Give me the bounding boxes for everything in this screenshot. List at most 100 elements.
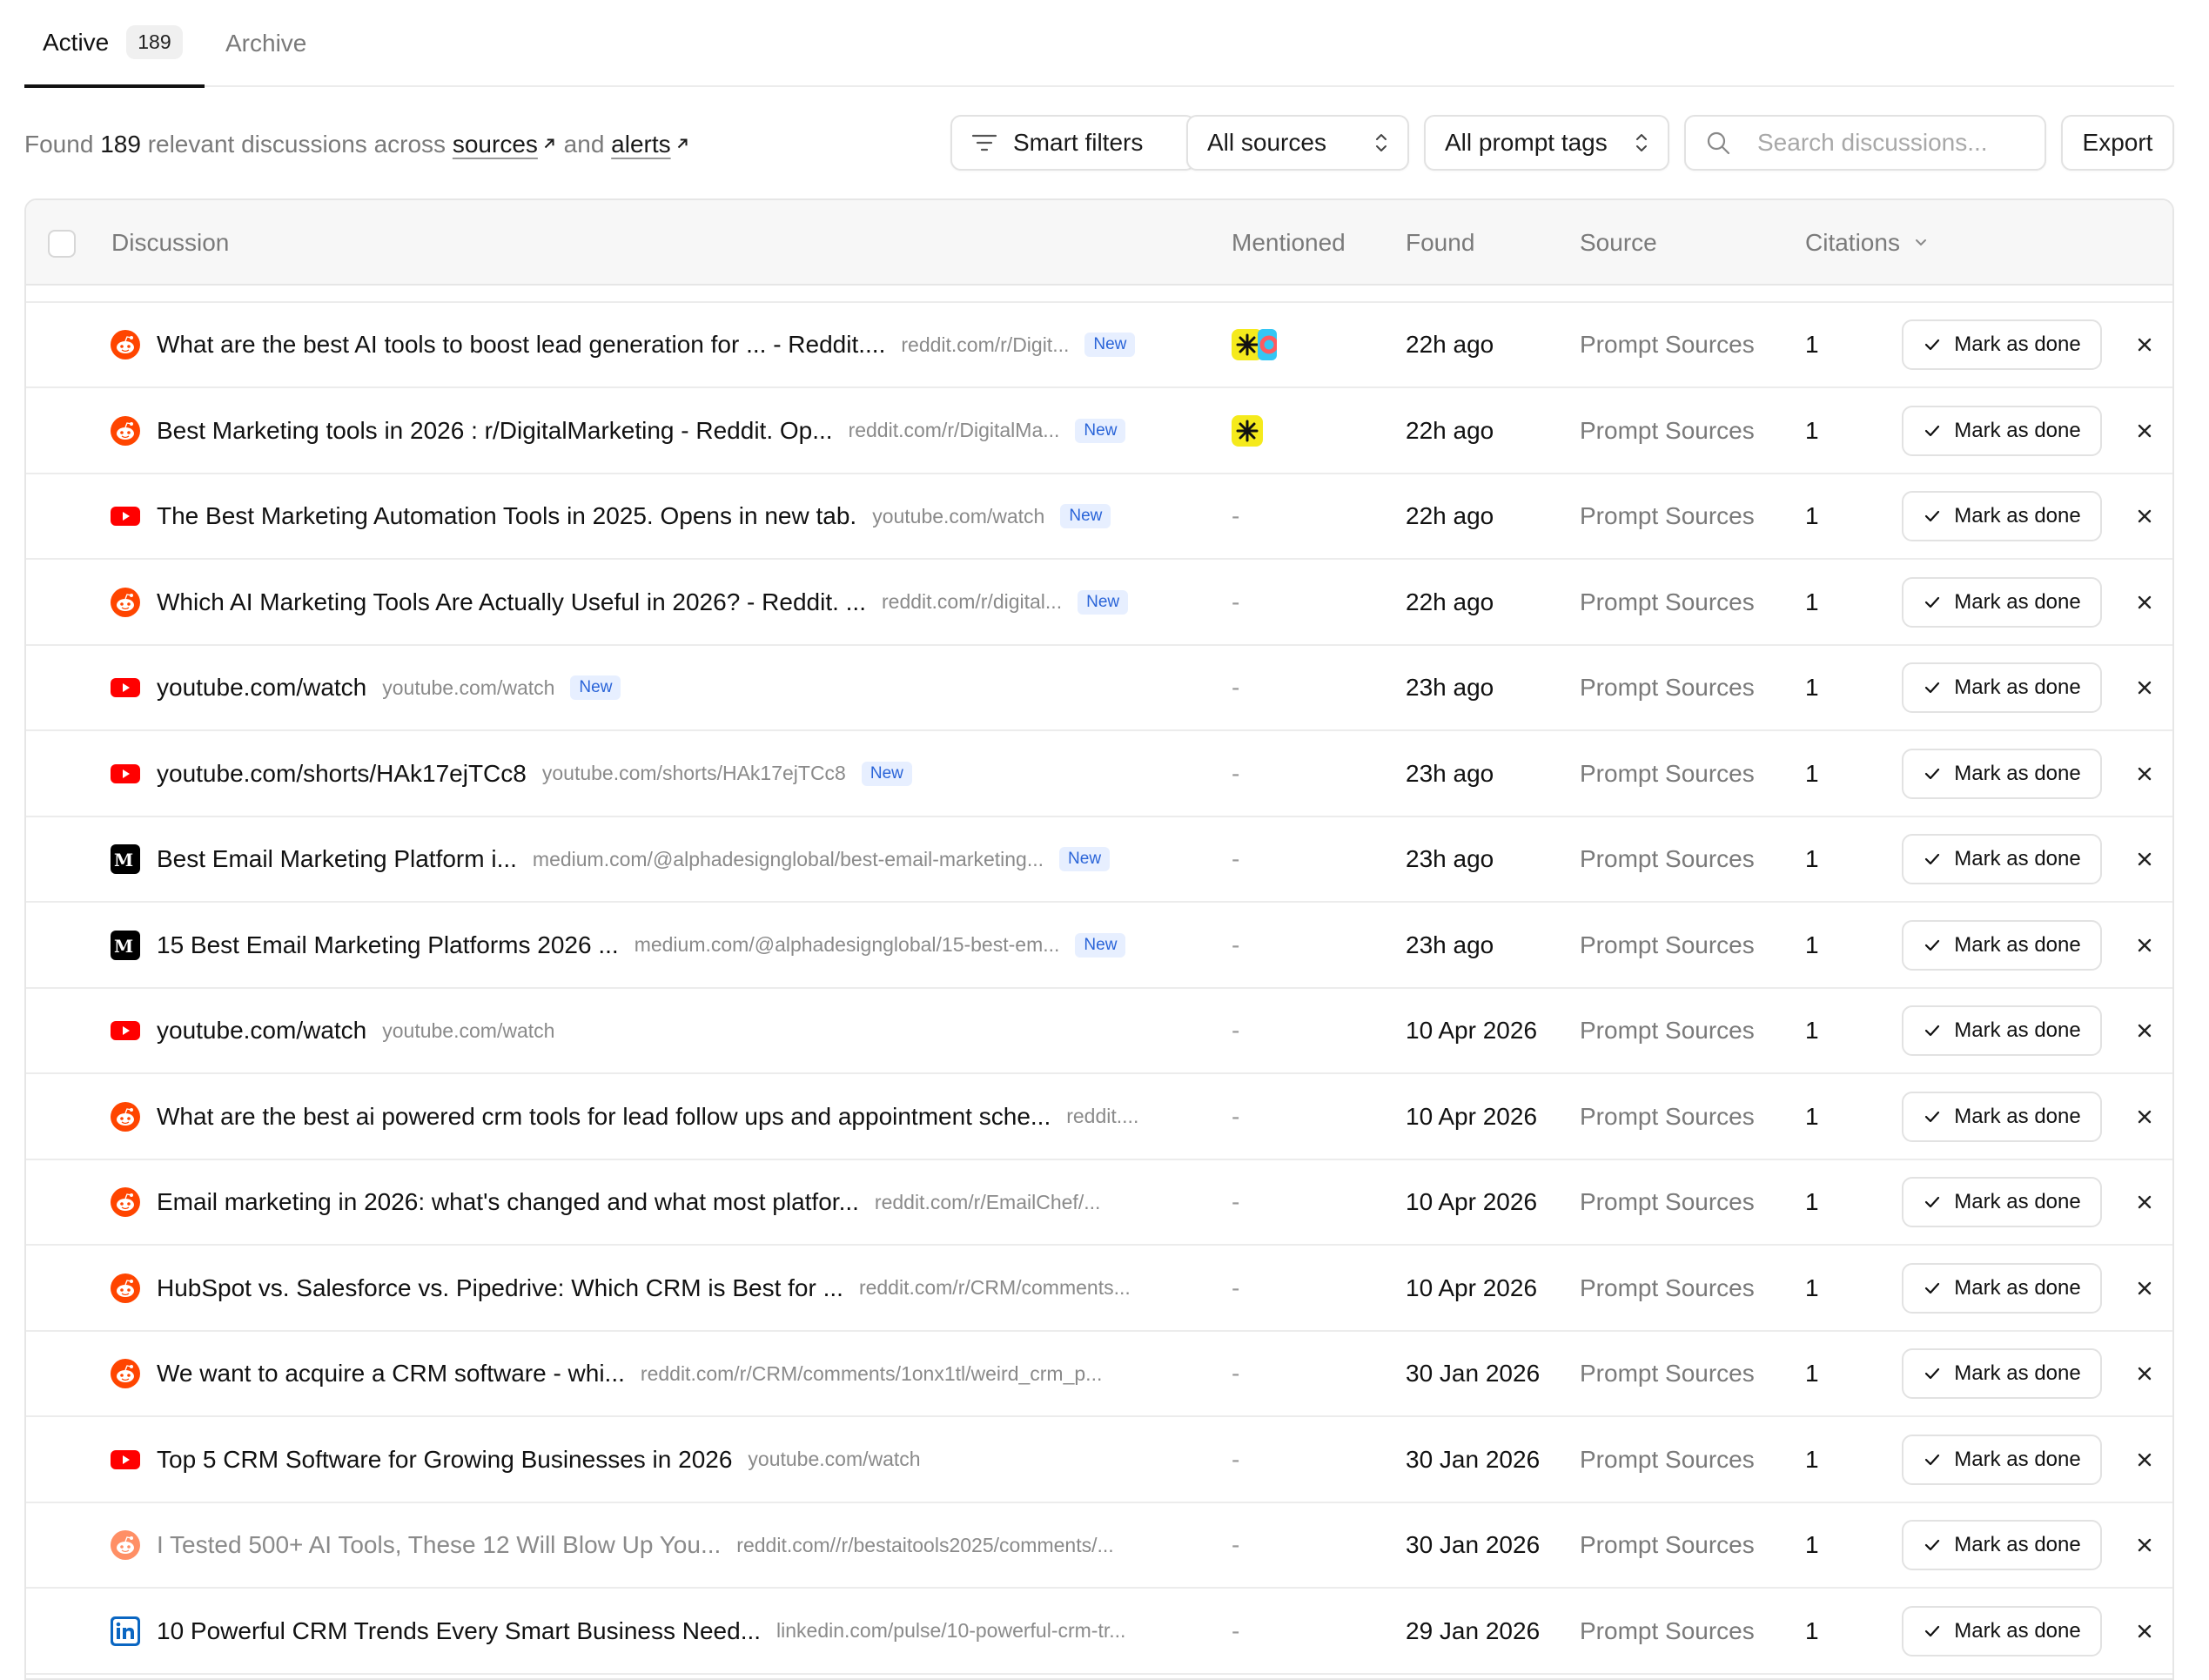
discussion-cell[interactable]: Best Marketing tools in 2026 : r/Digital… [157, 417, 1201, 445]
table-row[interactable]: Top 5 CRM Software for Growing Businesse… [26, 1418, 2172, 1503]
close-icon[interactable] [2132, 847, 2157, 871]
table-row[interactable]: HubSpot vs. Salesforce vs. Pipedrive: Wh… [26, 1247, 2172, 1332]
export-button[interactable]: Export [2061, 115, 2174, 171]
table-row[interactable]: What are the best ai powered crm tools f… [26, 1075, 2172, 1160]
discussion-cell[interactable]: 10 Powerful CRM Trends Every Smart Busin… [157, 1617, 1201, 1645]
discussion-title[interactable]: 15 Best Email Marketing Platforms 2026 .… [157, 931, 619, 959]
discussion-cell[interactable]: We want to acquire a CRM software - whi.… [157, 1360, 1201, 1388]
close-icon[interactable] [2132, 1105, 2157, 1129]
table-row[interactable]: 10 Powerful CRM Trends Every Smart Busin… [26, 1589, 2172, 1675]
discussion-cell[interactable]: Top 5 CRM Software for Growing Businesse… [157, 1446, 1201, 1474]
discussion-title[interactable]: Best Email Marketing Platform i... [157, 845, 517, 873]
close-icon[interactable] [2132, 1190, 2157, 1214]
close-icon[interactable] [2132, 1448, 2157, 1472]
smart-filters-button[interactable]: Smart filters [950, 115, 1196, 171]
discussion-title[interactable]: youtube.com/shorts/HAk17ejTCc8 [157, 760, 527, 788]
discussion-title[interactable]: Which AI Marketing Tools Are Actually Us… [157, 588, 866, 616]
discussion-cell[interactable]: HubSpot vs. Salesforce vs. Pipedrive: Wh… [157, 1274, 1201, 1302]
citations-count: 1 [1805, 331, 1819, 358]
table-row[interactable]: We want to acquire a CRM software - whi.… [26, 1332, 2172, 1417]
close-icon[interactable] [2132, 1018, 2157, 1043]
discussion-cell[interactable]: Email marketing in 2026: what's changed … [157, 1188, 1201, 1216]
header-source[interactable]: Source [1580, 229, 1657, 257]
discussion-cell[interactable]: Best Email Marketing Platform i... medium… [157, 845, 1201, 873]
table-row[interactable]: What are the best AI tools to boost lead… [26, 303, 2172, 388]
discussion-cell[interactable]: youtube.com/watch youtube.com/watch New [157, 674, 1201, 702]
search-input[interactable]: Search discussions... [1684, 115, 2046, 171]
sources-link[interactable]: sources [453, 131, 557, 158]
check-icon [1925, 682, 1940, 694]
close-icon[interactable] [2132, 1533, 2157, 1557]
mark-as-done-label: Mark as done [1954, 1533, 2081, 1556]
discussion-title[interactable]: What are the best ai powered crm tools f… [157, 1103, 1051, 1131]
discussion-title[interactable]: 10 Powerful CRM Trends Every Smart Busin… [157, 1617, 761, 1645]
table-row[interactable]: Best Marketing tools in 2026 : r/Digital… [26, 389, 2172, 474]
close-icon[interactable] [2132, 1276, 2157, 1300]
tab-active[interactable]: Active 189 [24, 0, 205, 88]
close-icon[interactable] [2132, 419, 2157, 443]
table-row[interactable]: I Tested 500+ AI Tools, These 12 Will Bl… [26, 1503, 2172, 1589]
mentioned-empty: - [1232, 502, 1240, 529]
header-mentioned[interactable]: Mentioned [1232, 229, 1346, 257]
table-row[interactable]: M 15 Best Email Marketing Platforms 2026 … [26, 904, 2172, 989]
discussion-cell[interactable]: What are the best ai powered crm tools f… [157, 1103, 1201, 1131]
mark-as-done-button[interactable]: Mark as done [1902, 319, 2102, 370]
citations-count: 1 [1805, 674, 1819, 701]
mark-as-done-button[interactable]: Mark as done [1902, 1520, 2102, 1570]
mark-as-done-button[interactable]: Mark as done [1902, 662, 2102, 713]
all-sources-select[interactable]: All sources [1186, 115, 1409, 171]
discussion-cell[interactable]: youtube.com/watch youtube.com/watch [157, 1017, 1201, 1045]
discussion-cell[interactable]: 15 Best Email Marketing Platforms 2026 .… [157, 931, 1201, 959]
header-found[interactable]: Found [1406, 229, 1474, 257]
mark-as-done-button[interactable]: Mark as done [1902, 919, 2102, 971]
header-citations[interactable]: Citations [1805, 229, 1930, 257]
mark-as-done-button[interactable]: Mark as done [1902, 1177, 2102, 1227]
alerts-link[interactable]: alerts [611, 131, 689, 158]
table-row[interactable]: youtube.com/shorts/HAk17ejTCc8 youtube.co… [26, 732, 2172, 817]
discussion-cell[interactable]: What are the best AI tools to boost lead… [157, 331, 1201, 359]
mark-as-done-button[interactable]: Mark as done [1902, 1434, 2102, 1485]
discussion-title[interactable]: What are the best AI tools to boost lead… [157, 331, 885, 359]
table-row[interactable]: youtube.com/watch youtube.com/watch - 10 Ap… [26, 989, 2172, 1074]
header-discussion[interactable]: Discussion [111, 229, 229, 257]
close-icon[interactable] [2132, 504, 2157, 528]
table-row[interactable]: The Best Marketing Automation Tools in 2… [26, 474, 2172, 560]
discussion-title[interactable]: Top 5 CRM Software for Growing Businesse… [157, 1446, 732, 1474]
close-icon[interactable] [2132, 933, 2157, 958]
discussion-cell[interactable]: youtube.com/shorts/HAk17ejTCc8 youtube.co… [157, 760, 1201, 788]
mark-as-done-button[interactable]: Mark as done [1902, 1348, 2102, 1399]
discussion-title[interactable]: Email marketing in 2026: what's changed … [157, 1188, 859, 1216]
mark-as-done-button[interactable]: Mark as done [1902, 748, 2102, 799]
discussion-title[interactable]: HubSpot vs. Salesforce vs. Pipedrive: Wh… [157, 1274, 843, 1302]
discussion-title[interactable]: The Best Marketing Automation Tools in 2… [157, 502, 856, 530]
tab-archive[interactable]: Archive [225, 0, 306, 87]
close-icon[interactable] [2132, 762, 2157, 786]
close-icon[interactable] [2132, 333, 2157, 357]
mark-as-done-button[interactable]: Mark as done [1902, 491, 2102, 541]
mark-as-done-button[interactable]: Mark as done [1902, 1091, 2102, 1142]
discussion-title[interactable]: youtube.com/watch [157, 1017, 366, 1045]
select-all-checkbox[interactable] [48, 230, 76, 258]
discussion-cell[interactable]: The Best Marketing Automation Tools in 2… [157, 502, 1201, 530]
table-row[interactable]: youtube.com/watch youtube.com/watch New - 23… [26, 646, 2172, 731]
mark-as-done-button[interactable]: Mark as done [1902, 1005, 2102, 1056]
mark-as-done-button[interactable]: Mark as done [1902, 1605, 2102, 1656]
mark-as-done-button[interactable]: Mark as done [1902, 834, 2102, 884]
discussion-title[interactable]: I Tested 500+ AI Tools, These 12 Will Bl… [157, 1531, 721, 1559]
close-icon[interactable] [2132, 675, 2157, 700]
all-prompt-tags-select[interactable]: All prompt tags [1424, 115, 1669, 171]
table-row[interactable]: Email marketing in 2026: what's changed … [26, 1160, 2172, 1246]
close-icon[interactable] [2132, 590, 2157, 615]
close-icon[interactable] [2132, 1619, 2157, 1643]
table-row[interactable]: Which AI Marketing Tools Are Actually Us… [26, 561, 2172, 646]
discussion-cell[interactable]: I Tested 500+ AI Tools, These 12 Will Bl… [157, 1531, 1201, 1559]
mark-as-done-button[interactable]: Mark as done [1902, 1262, 2102, 1314]
discussion-title[interactable]: Best Marketing tools in 2026 : r/Digital… [157, 417, 833, 445]
discussion-title[interactable]: youtube.com/watch [157, 674, 366, 702]
mark-as-done-button[interactable]: Mark as done [1902, 576, 2102, 628]
discussion-cell[interactable]: Which AI Marketing Tools Are Actually Us… [157, 588, 1201, 616]
close-icon[interactable] [2132, 1361, 2157, 1386]
mark-as-done-button[interactable]: Mark as done [1902, 405, 2102, 456]
discussion-title[interactable]: We want to acquire a CRM software - whi.… [157, 1360, 625, 1388]
table-row[interactable]: M Best Email Marketing Platform i... mediu… [26, 817, 2172, 903]
